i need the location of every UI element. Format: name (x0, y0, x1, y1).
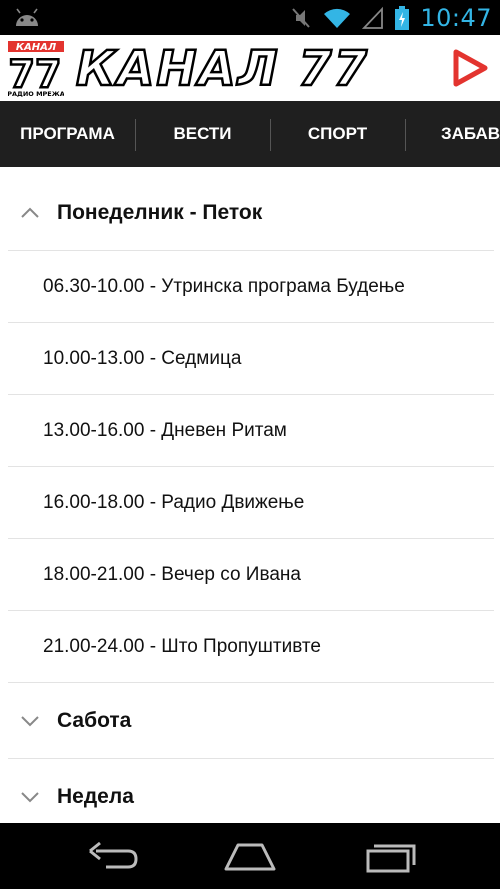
status-bar: 10:47 (0, 0, 500, 35)
tab-vesti[interactable]: ВЕСТИ (135, 101, 270, 167)
list-item-text: 10.00-13.00 - Седмица (43, 347, 242, 369)
system-nav-bar (0, 823, 500, 889)
group-title: Сабота (57, 708, 132, 732)
list-item[interactable]: 18.00-21.00 - Вечер со Ивана (8, 539, 494, 611)
tab-bar: ПРОГРАМА ВЕСТИ СПОРТ ЗАБАВА (0, 101, 500, 167)
list-item[interactable]: 16.00-18.00 - Радио Движење (8, 467, 494, 539)
home-icon[interactable] (220, 837, 280, 875)
list-item-text: 16.00-18.00 - Радио Движење (43, 491, 305, 513)
list-item[interactable]: 10.00-13.00 - Седмица (8, 323, 494, 395)
status-time: 10:47 (420, 3, 492, 32)
logo-badge[interactable]: КАНАЛ 77 РАДИО МРЕЖА (8, 39, 64, 97)
group-title: Недела (57, 785, 134, 808)
play-icon[interactable] (452, 49, 488, 87)
list-item-text: 13.00-16.00 - Дневен Ритам (43, 419, 287, 441)
app-bar: КАНАЛ 77 РАДИО МРЕЖА КАНАЛ 77 (0, 35, 500, 101)
schedule-list: Понеделник - Петок 06.30-10.00 - Утринск… (0, 167, 500, 823)
app-title: КАНАЛ 77 (75, 40, 370, 99)
list-item[interactable]: 13.00-16.00 - Дневен Ритам (8, 395, 494, 467)
svg-text:РАДИО МРЕЖА: РАДИО МРЕЖА (8, 90, 64, 97)
chevron-up-icon (21, 207, 39, 218)
battery-charging-icon (395, 5, 410, 30)
list-item[interactable]: 06.30-10.00 - Утринска програма Будење (8, 251, 494, 323)
chevron-down-icon (21, 792, 39, 803)
list-item[interactable]: 21.00-24.00 - Што Пропуштивте (8, 611, 494, 683)
tab-sport[interactable]: СПОРТ (270, 101, 405, 167)
tab-zabava[interactable]: ЗАБАВА (405, 101, 500, 167)
mute-icon (292, 7, 311, 28)
back-icon[interactable] (82, 837, 142, 875)
android-icon (16, 8, 38, 26)
recent-apps-icon[interactable] (360, 837, 420, 875)
group-title: Понеделник - Петок (57, 200, 263, 224)
group-header-weekdays[interactable]: Понеделник - Петок (8, 175, 494, 251)
group-header-saturday[interactable]: Сабота (8, 683, 494, 759)
list-item-text: 21.00-24.00 - Што Пропуштивте (43, 635, 321, 657)
list-item-text: 18.00-21.00 - Вечер со Ивана (43, 563, 301, 585)
chevron-down-icon (21, 716, 39, 727)
tab-programa[interactable]: ПРОГРАМА (0, 101, 135, 167)
wifi-icon (324, 8, 351, 28)
list-item-text: 06.30-10.00 - Утринска програма Будење (43, 275, 405, 297)
signal-icon (362, 6, 384, 29)
group-header-sunday[interactable]: Недела (8, 759, 494, 823)
